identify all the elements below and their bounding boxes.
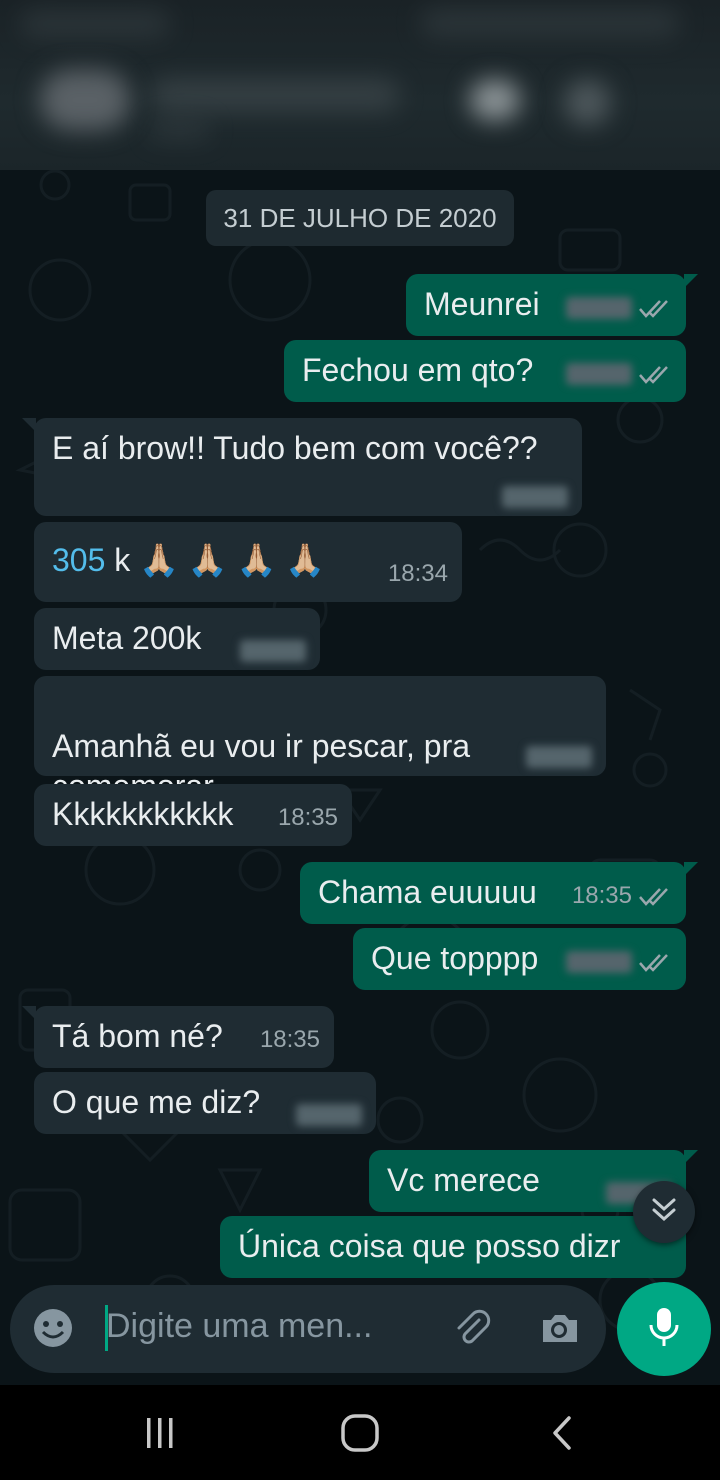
camera-icon[interactable] <box>536 1305 582 1351</box>
message-incoming[interactable]: Amanhã eu vou ir pescar, pra comemorar <box>34 676 606 804</box>
message-outgoing[interactable]: Meunrei <box>406 274 698 336</box>
message-text: Fechou em qto? <box>302 352 534 388</box>
scroll-to-bottom-button[interactable] <box>633 1181 695 1243</box>
read-receipt-icon <box>638 876 672 916</box>
message-time <box>296 1104 362 1126</box>
mic-icon <box>644 1305 684 1354</box>
video-call-icon[interactable] <box>470 80 520 120</box>
chat-header <box>0 0 720 170</box>
message-time: 18:34 <box>387 560 448 587</box>
message-composer: Digite uma men... <box>0 1282 720 1385</box>
message-text: Chama euuuuu <box>318 874 537 910</box>
message-outgoing[interactable]: Que topppp <box>353 928 686 990</box>
message-incoming[interactable]: 305 k 🙏🏼 🙏🏼 🙏🏼 🙏🏼 18:34 <box>34 522 462 602</box>
paperclip-icon[interactable] <box>448 1305 494 1351</box>
message-list[interactable]: 31 DE JULHO DE 2020 Meunrei Fechou em qt… <box>0 170 720 1385</box>
message-incoming[interactable]: E aí brow!! Tudo bem com você?? <box>22 418 582 516</box>
message-incoming[interactable]: Tá bom né? 18:35 <box>22 1006 334 1068</box>
home-icon[interactable] <box>335 1411 385 1455</box>
voice-record-button[interactable] <box>617 1282 711 1376</box>
message-outgoing[interactable]: Única coisa que posso dizr <box>220 1216 686 1278</box>
message-text: Vc merece <box>387 1162 540 1198</box>
message-time <box>502 486 568 508</box>
message-time <box>526 746 592 768</box>
message-time <box>240 640 306 662</box>
message-text: Kkkkkkkkkkk <box>52 796 234 832</box>
contact-avatar[interactable] <box>40 70 130 130</box>
chevron-double-down-icon <box>649 1195 679 1230</box>
message-text: Tá bom né? <box>52 1018 223 1054</box>
voice-call-icon[interactable] <box>565 80 610 125</box>
system-navigation-bar <box>0 1385 720 1480</box>
date-divider: 31 DE JULHO DE 2020 <box>206 190 514 246</box>
back-icon[interactable] <box>540 1413 584 1453</box>
message-text: E aí brow!! Tudo bem com você?? <box>52 430 538 466</box>
message-incoming[interactable]: Meta 200k <box>34 608 320 670</box>
message-time: 18:35 <box>571 882 632 909</box>
recents-icon[interactable] <box>135 1413 185 1453</box>
message-time <box>566 951 632 973</box>
read-receipt-icon <box>638 288 672 328</box>
message-outgoing[interactable]: Fechou em qto? <box>284 340 686 402</box>
read-receipt-icon <box>638 942 672 982</box>
message-incoming[interactable]: Kkkkkkkkkkk 18:35 <box>34 784 352 846</box>
message-text: k 🙏🏼 🙏🏼 🙏🏼 🙏🏼 <box>105 542 326 578</box>
message-time <box>566 297 632 319</box>
message-text: Meunrei <box>424 286 540 322</box>
message-input[interactable]: Digite uma men... <box>10 1285 606 1373</box>
message-time: 18:35 <box>259 1026 320 1053</box>
message-text: Única coisa que posso dizr <box>238 1228 621 1264</box>
read-receipt-icon <box>638 354 672 394</box>
emoji-icon[interactable] <box>30 1305 76 1351</box>
message-outgoing[interactable]: Chama euuuuu 18:35 <box>300 862 698 924</box>
message-text: Que topppp <box>371 940 539 976</box>
message-time: 18:35 <box>277 804 338 831</box>
contact-name[interactable] <box>150 78 400 112</box>
message-text: O que me diz? <box>52 1084 261 1120</box>
message-text: Meta 200k <box>52 620 202 656</box>
phone-link[interactable]: 305 <box>52 542 105 578</box>
message-incoming[interactable]: O que me diz? <box>34 1072 376 1134</box>
message-time <box>566 363 632 385</box>
message-input-placeholder: Digite uma men... <box>106 1307 373 1345</box>
